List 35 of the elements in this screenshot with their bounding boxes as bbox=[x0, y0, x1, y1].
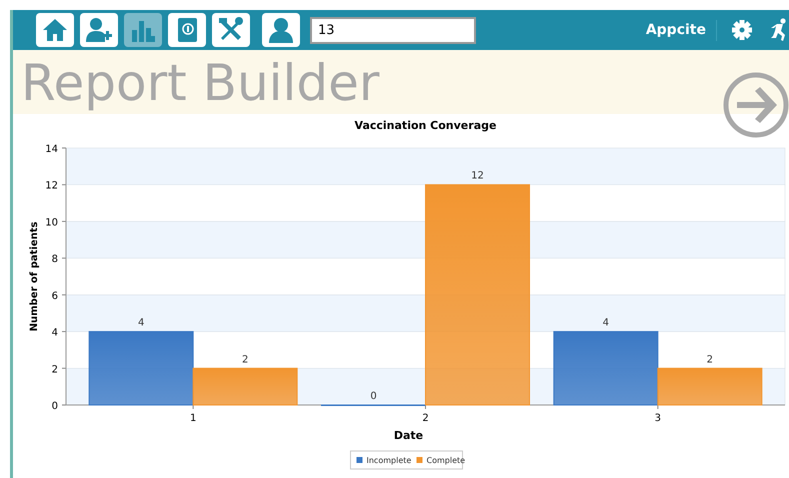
y-tick-label: 8 bbox=[52, 254, 58, 266]
y-tick-label: 12 bbox=[45, 180, 58, 192]
x-tick-label: 3 bbox=[654, 413, 662, 424]
toolbar-button[interactable] bbox=[212, 13, 250, 47]
legend-label: Incomplete bbox=[366, 456, 412, 465]
x-tick-label: 2 bbox=[422, 413, 429, 424]
legend-label: Complete bbox=[426, 456, 466, 465]
data-label: 2 bbox=[242, 354, 248, 366]
data-label: 0 bbox=[370, 391, 377, 402]
y-tick-label: 2 bbox=[52, 364, 58, 376]
toolbar-button[interactable] bbox=[80, 13, 118, 47]
y-tick-label: 14 bbox=[45, 144, 58, 155]
chart-title: Vaccination Converage bbox=[354, 119, 496, 132]
y-tick-label: 4 bbox=[52, 328, 58, 339]
add-user-icon bbox=[85, 16, 113, 44]
y-tick-label: 0 bbox=[52, 401, 58, 412]
search-field[interactable]: 13 bbox=[310, 16, 476, 44]
data-label: 2 bbox=[706, 354, 714, 366]
brand-name: Appcite bbox=[646, 20, 717, 40]
x-axis-label: Date bbox=[394, 429, 424, 442]
data-label: 4 bbox=[602, 318, 610, 329]
data-label: 4 bbox=[138, 318, 144, 329]
y-tick-label: 10 bbox=[45, 217, 58, 228]
data-label: 12 bbox=[471, 170, 484, 182]
y-axis-label: Number of patients bbox=[29, 222, 40, 332]
settings-icon[interactable] bbox=[729, 17, 755, 43]
arrow-right-circle-icon[interactable] bbox=[723, 72, 789, 138]
user-icon bbox=[267, 16, 295, 44]
toolbar-button[interactable] bbox=[36, 13, 74, 47]
toolbar-button[interactable] bbox=[262, 13, 300, 47]
y-tick-label: 6 bbox=[52, 290, 58, 302]
x-tick-label: 1 bbox=[190, 413, 196, 424]
home-icon bbox=[41, 16, 69, 44]
page-title: Report Builder bbox=[21, 58, 380, 108]
toolbar-button[interactable] bbox=[168, 13, 206, 47]
